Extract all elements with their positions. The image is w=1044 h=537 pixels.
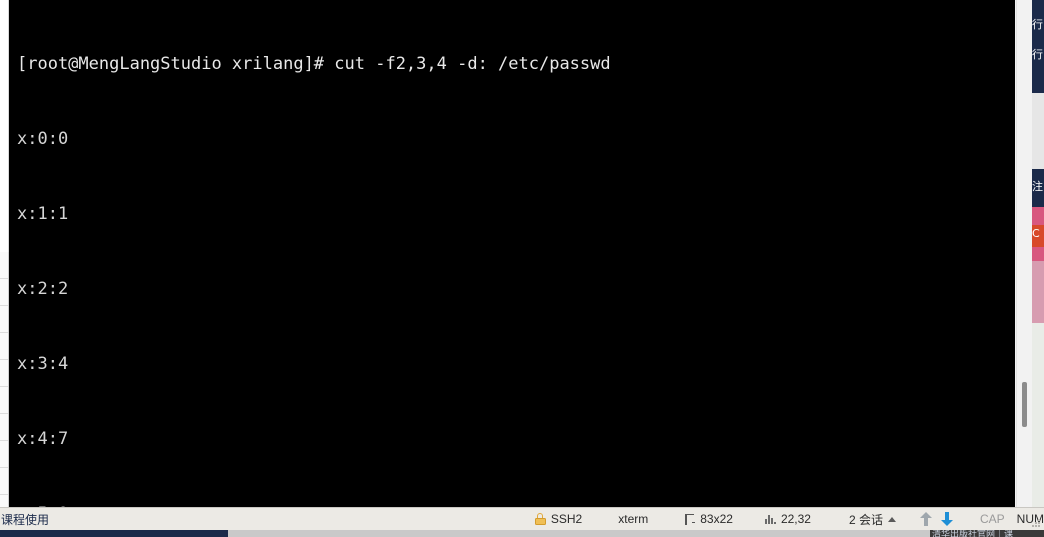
terminal-prompt-line: [root@MengLangStudio xrilang]# cut -f2,3… [17,54,611,74]
resize-grip-icon[interactable] [1032,519,1041,528]
status-window-size[interactable]: 83x22 [684,512,733,526]
background-glyph: 注 [1032,180,1043,193]
background-row [0,279,8,306]
background-window-left-sliver [0,0,9,537]
os-taskbar-sliver[interactable]: 清华出版社官网｜课 [0,530,1044,537]
terminal-output-line: x:1:1 [17,204,69,224]
taskbar-navy-segment[interactable] [0,530,228,537]
background-glyph: 行 [1032,18,1043,31]
status-emulation-label: xterm [618,512,649,526]
background-light-panel [1032,323,1044,514]
scrollbar-thumb[interactable] [1022,382,1027,427]
window-size-icon [684,513,696,525]
terminal-output-line: x:0:0 [17,129,69,149]
taskbar-clipped-label: 清华出版社官网｜课 [932,530,1014,537]
background-navy-panel [1032,0,1044,93]
status-bar: 课程使用 SSH2 xterm 83x22 22,32 2 会话 CAP NUM [0,507,1044,530]
background-glyph: 行 [1032,48,1043,61]
status-position-label: 22,32 [780,512,811,526]
background-pink-panel [1032,261,1044,323]
vertical-scrollbar[interactable] [1016,0,1032,510]
status-sessions-label: 2 会话 [848,512,883,527]
status-caps-label: CAP [979,512,1005,526]
background-pink-band-2 [1032,247,1044,261]
terminal-output-line: x:2:2 [17,279,69,299]
status-left-text: 课程使用 [1,512,50,527]
status-emulation[interactable]: xterm [618,512,648,526]
terminal-output-line: x:3:4 [17,354,69,374]
background-left-rows [0,252,9,522]
status-transfer-indicators[interactable] [919,512,954,526]
status-caps-lock: CAP [980,512,1005,526]
background-left-upper [0,0,9,252]
background-window-right-sliver: 行 行 注 C [1032,0,1044,537]
lock-icon [534,513,546,525]
terminal-window[interactable]: [root@MengLangStudio xrilang]# cut -f2,3… [9,0,1015,507]
background-row [0,441,8,468]
background-row [0,252,8,279]
arrow-up-icon[interactable] [919,512,933,526]
background-glyph: C [1032,227,1040,240]
desktop-background: 行 行 注 C [root@MengLangStudio xrilang]# c… [0,0,1044,537]
background-gray-panel [1032,93,1044,169]
background-row [0,306,8,333]
cursor-position-icon [764,514,776,525]
background-row [0,387,8,414]
taskbar-gray-segment[interactable] [228,530,930,537]
status-cursor-position[interactable]: 22,32 [764,512,811,526]
background-pink-band [1032,207,1044,225]
arrow-down-icon[interactable] [940,512,954,526]
background-row [0,468,8,495]
background-row [0,414,8,441]
status-protocol[interactable]: SSH2 [534,512,583,526]
status-protocol-label: SSH2 [550,512,583,526]
status-size-label: 83x22 [700,512,733,526]
status-sessions[interactable]: 2 会话 [849,511,896,528]
background-row [0,360,8,387]
terminal-output-line: x:4:7 [17,429,69,449]
terminal-output-area[interactable]: [root@MengLangStudio xrilang]# cut -f2,3… [9,0,1015,507]
triangle-up-icon[interactable] [887,516,896,522]
background-row [0,333,8,360]
